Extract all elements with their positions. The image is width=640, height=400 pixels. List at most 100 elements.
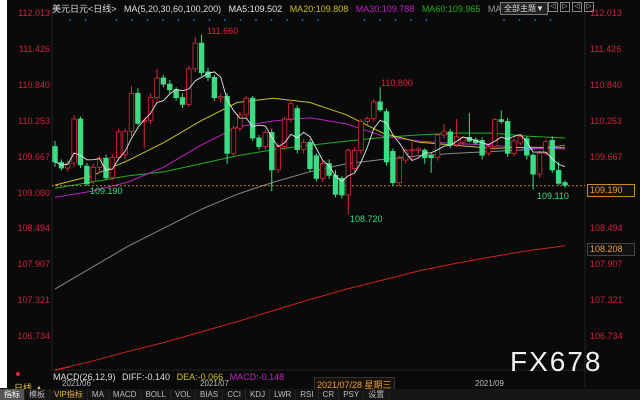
marker-dot [162,19,164,21]
candle-down [383,111,390,163]
y-axis-label-right: 108.494 [590,223,623,234]
marker-dot [286,19,288,21]
nav-button[interactable]: ◁ [548,2,558,12]
marker-dot [503,19,505,21]
current-price-box: 109.190 [587,184,635,197]
candle-up [358,121,364,151]
candle-up [128,92,135,132]
marker-dot [317,19,319,21]
candle-down [294,108,300,151]
candle-down [390,151,396,184]
indicator-tabs: 指标 模板 VIP指标 MA MACD BOLL VOL BIAS CCI KD… [0,389,640,400]
candle-up [345,149,351,196]
candle-up [116,131,122,158]
candle-down [256,137,262,147]
candle-up [275,146,281,171]
y-axis-label-left: 112.013 [18,8,50,18]
tab-template[interactable]: 模板 [25,389,50,400]
record-icon [16,372,20,376]
tab-ma[interactable]: MA [88,389,109,400]
tab-vol[interactable]: VOL [171,389,196,400]
y-axis-label-right: 107.321 [590,295,623,306]
tab-psy[interactable]: PSY [339,389,365,400]
marker-dot [394,19,397,21]
candle-down [332,174,339,195]
y-axis-label-left: 108.494 [17,223,50,234]
candle-up [109,157,116,179]
y-axis-label-left: 109.667 [17,151,50,162]
tab-cci[interactable]: CCI [223,389,246,400]
tab-vip[interactable]: VIP指标 [50,389,88,400]
candle-up [371,101,377,119]
marker-dot [301,19,304,21]
candle-up [288,103,294,120]
y-axis-label-left: 107.907 [17,259,50,270]
candle-up [230,127,237,154]
nav-button[interactable]: ▷ [560,2,570,12]
tab-macd[interactable]: MACD [109,389,142,400]
y-axis-label-right: 109.667 [590,151,623,162]
candle-up [147,97,154,121]
candle-down [84,165,90,185]
marker-dot [69,19,71,21]
tab-cr[interactable]: CR [319,389,340,400]
candle-up [300,141,307,151]
marker-dot [239,19,242,21]
candle-down [179,97,186,105]
candle-up [320,163,326,179]
candle-up [409,149,415,152]
candle-up [485,146,492,154]
candle-up [262,132,269,147]
y-axis-label-left: 110.840 [18,79,50,90]
tab-kdj[interactable]: KDJ [246,389,271,400]
candle-up [192,42,198,70]
low-annotation: 108.720 [350,214,383,224]
nav-buttons: ◁ ▷ ◁ ▷ [548,2,594,12]
candle-down [447,131,453,146]
ma30-value: MA30:109.788 [355,4,415,14]
theme-dropdown[interactable]: 全部主题▼ [500,2,548,15]
nav-button[interactable]: ◁ [572,2,582,12]
candle-down [562,182,568,186]
marker-dot [146,19,149,21]
marker-dot [534,19,536,21]
tab-indicator[interactable]: 指标 [0,389,25,400]
candle-down [307,141,313,169]
low-annotation: 109.190 [90,186,123,196]
tab-lwr[interactable]: LWR [270,389,297,400]
symbol-label[interactable]: 美元日元<日线> [52,4,117,14]
tab-boll[interactable]: BOLL [141,389,171,400]
candle-up [511,140,517,154]
watermark: FX678 [510,346,603,377]
candle-up [351,149,358,169]
marker-dot [425,19,428,21]
y-axis-label-right: 112.013 [590,8,622,18]
tab-rsi[interactable]: RSI [296,389,319,400]
marker-dot [255,19,257,21]
candle-down [269,132,275,171]
marker-dot [379,19,381,21]
y-axis-label-left: 106.734 [17,331,50,342]
candle-down [428,155,434,158]
candle-up [517,136,524,144]
candle-down [52,146,58,163]
candle-down [549,140,555,171]
tab-bias[interactable]: BIAS [196,389,224,400]
candle-down [135,92,141,124]
tab-settings[interactable]: 设置 [364,389,390,400]
marker-dot [270,19,273,21]
marker-dot [115,19,118,21]
candle-down [211,77,218,99]
y-axis-label-left: 109.080 [17,187,50,198]
candle-down [249,97,256,139]
ma-params-label[interactable]: MA(5,20,30,60,100,200) [124,4,221,14]
marker-dot [177,19,180,21]
candle-up [218,95,224,99]
marker-dot [208,19,211,21]
chart-header: 美元日元<日线> MA(5,20,30,60,100,200) MA5:109.… [52,2,551,15]
candle-up [154,77,160,99]
date-label: 2021/07 [200,379,229,388]
marker-dot [410,19,412,21]
candle-down [167,83,173,91]
ma200-line [54,245,566,371]
